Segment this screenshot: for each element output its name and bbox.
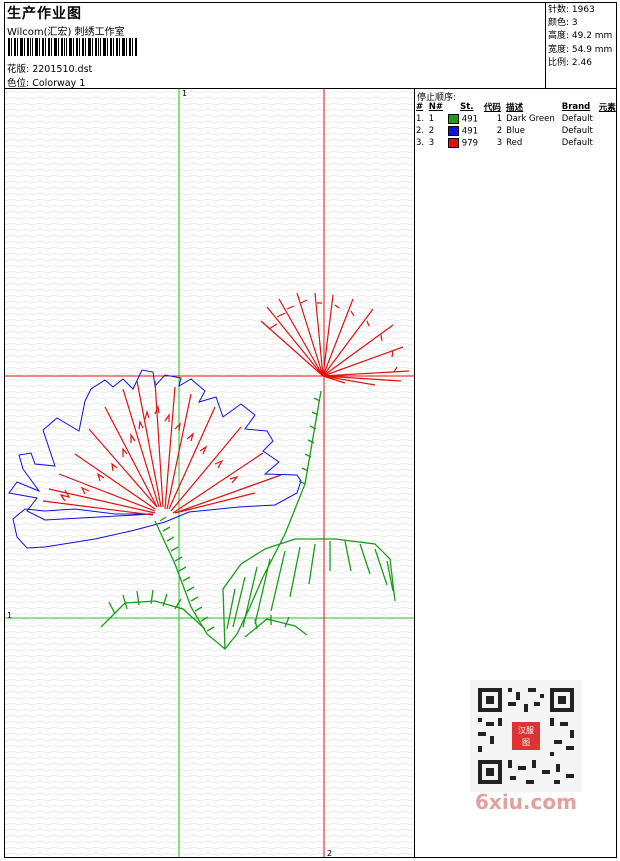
col-description: 描述 <box>506 103 524 113</box>
col-element: 元素 <box>598 103 616 113</box>
color-swatch <box>448 113 460 124</box>
watermark: 6xiu.com <box>475 790 577 814</box>
row-index: 2. <box>416 126 425 136</box>
svg-text:图: 图 <box>522 738 530 747</box>
colorway-label: 色位: Colorway 1 <box>7 78 86 89</box>
row-index: 1. <box>416 114 425 124</box>
design-scale: 比例: 2.46 <box>548 57 592 68</box>
stitch-count: 针数: 1963 <box>548 5 595 15</box>
row-stitches: 491 <box>461 114 479 125</box>
color-swatch <box>448 125 460 136</box>
row-brand: Default <box>561 114 593 124</box>
row-description: Red <box>506 138 523 148</box>
row-description: Blue <box>506 126 525 136</box>
table-row[interactable]: 3. 3 979 3 Red Default <box>414 137 619 149</box>
qr-code-icon: 汉服 图 <box>470 680 582 792</box>
row-description: Dark Green <box>506 114 555 124</box>
design-height: 高度: 49.2 mm <box>548 31 613 42</box>
row-number: 2 <box>428 126 435 136</box>
row-stitches: 491 <box>461 126 479 137</box>
col-number: N# <box>428 102 444 112</box>
row-brand: Default <box>561 126 593 136</box>
grid-label-bottom: 2 <box>327 849 333 858</box>
qr-badge-text: 汉服 <box>518 726 534 735</box>
color-swatch <box>448 137 460 148</box>
stats-divider <box>545 2 546 88</box>
grid-label-top: 1 <box>182 89 188 98</box>
col-index: # <box>416 102 424 112</box>
row-stitches: 979 <box>461 138 479 149</box>
row-number: 1 <box>428 114 435 124</box>
col-stitches: St. <box>460 102 474 112</box>
stats-panel: 针数: 1963 颜色: 3 高度: 49.2 mm 宽度: 54.9 mm 比… <box>548 4 612 70</box>
row-code: 2 <box>496 126 503 136</box>
panel-divider <box>414 88 415 858</box>
design-file-label: 花版: 2201510.dst <box>7 64 93 75</box>
grid-label-left: 1 <box>7 611 13 620</box>
row-brand: Default <box>561 138 593 148</box>
col-brand: Brand <box>561 102 591 112</box>
embroidery-preview <box>5 89 414 857</box>
row-code: 1 <box>496 114 503 124</box>
design-width: 宽度: 54.9 mm <box>548 44 613 55</box>
table-row[interactable]: 1. 1 491 1 Dark Green Default <box>414 113 619 125</box>
stop-sequence-table: # N# St. 代码 描述 Brand 元素 1. 1 491 1 Dark … <box>414 101 619 149</box>
row-code: 3 <box>496 138 503 148</box>
col-code: 代码 <box>483 103 501 113</box>
design-canvas[interactable] <box>5 89 414 857</box>
software-label: Wilcom(汇宏) 刺绣工作室 <box>7 27 125 38</box>
row-number: 3 <box>428 138 435 148</box>
color-count: 颜色: 3 <box>548 18 578 29</box>
barcode-icon <box>8 38 137 56</box>
table-row[interactable]: 2. 2 491 2 Blue Default <box>414 125 619 137</box>
page-title: 生产作业图 <box>7 6 82 22</box>
row-index: 3. <box>416 138 425 148</box>
